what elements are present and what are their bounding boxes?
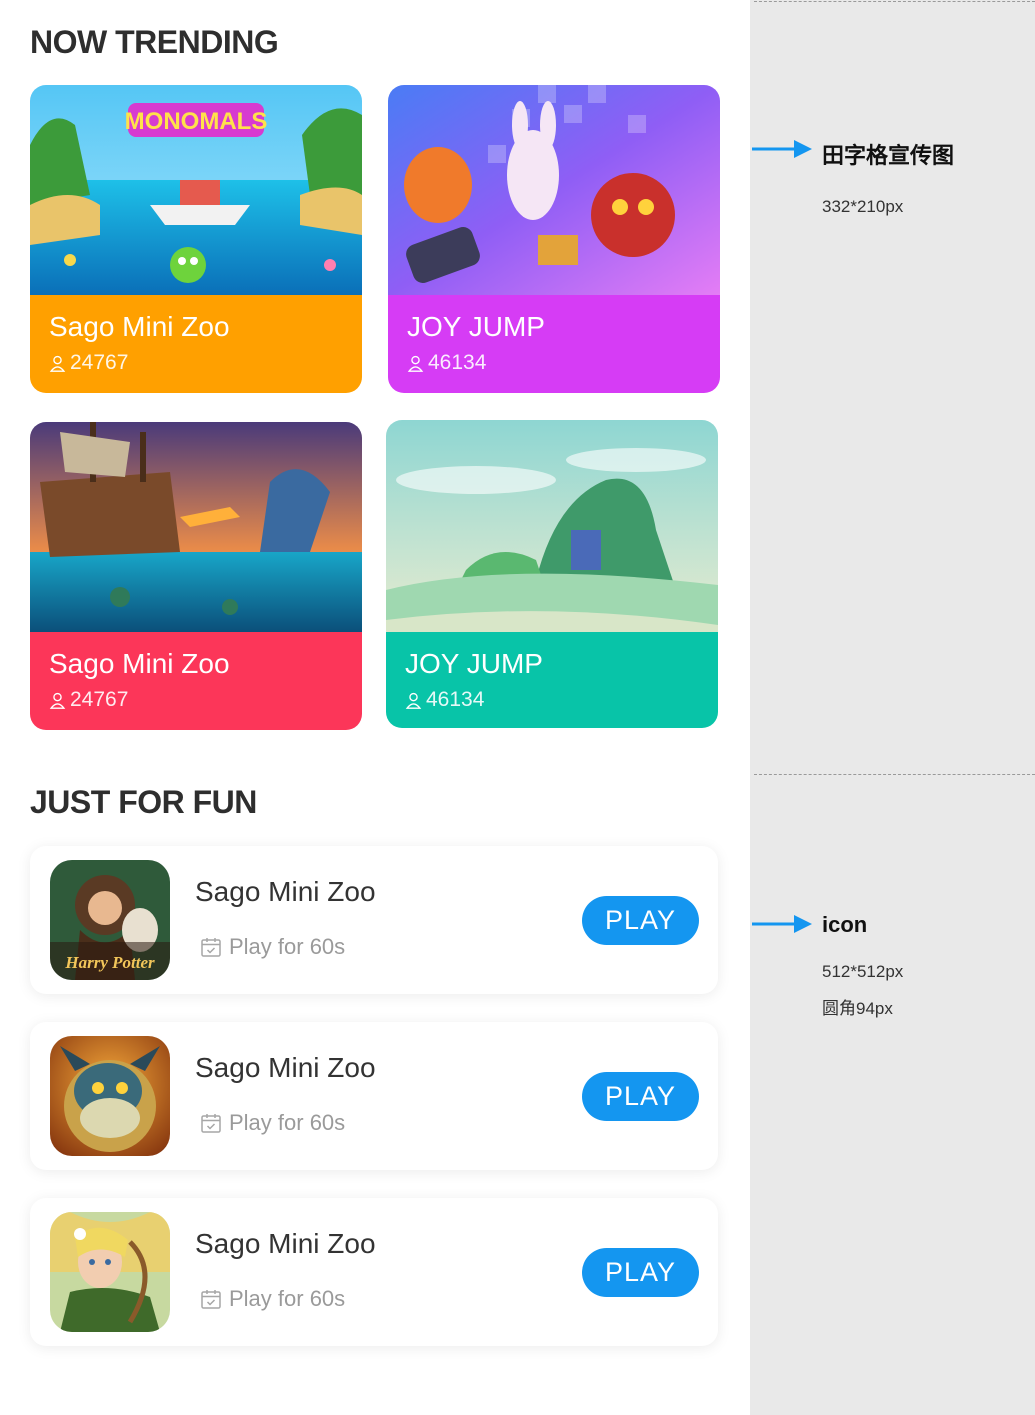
play-duration: Play for 60s <box>200 1286 345 1312</box>
card-info-bar: JOY JUMP 46134 <box>386 632 718 728</box>
card-info-bar: Sago Mini Zoo 24767 <box>30 295 362 393</box>
banner-annotation-title: 田字格宣传图 <box>822 143 955 168</box>
player-count: 46134 <box>405 688 484 712</box>
player-count-value: 46134 <box>426 688 485 711</box>
user-icon <box>407 355 424 372</box>
play-button[interactable]: PLAY <box>582 1248 699 1297</box>
fun-list-item[interactable]: Harry Potter Sago Mini Zoo Play for 60s … <box>30 846 718 994</box>
play-button[interactable]: PLAY <box>582 1072 699 1121</box>
trending-card[interactable]: MONOMALS Sago Mini Zoo 24767 <box>30 85 362 393</box>
calendar-check-icon <box>201 1114 221 1133</box>
now-trending-heading: NOW TRENDING <box>30 24 279 60</box>
user-icon <box>49 692 66 709</box>
game-name: Sago Mini Zoo <box>195 1052 376 1083</box>
harry-potter-icon: Harry Potter <box>50 860 170 980</box>
play-duration: Play for 60s <box>200 1110 345 1136</box>
game-banner-image <box>30 422 362 632</box>
game-title: JOY JUMP <box>405 648 543 679</box>
game-name: Sago Mini Zoo <box>195 1228 376 1259</box>
trending-card[interactable]: JOY JUMP 46134 <box>386 420 718 728</box>
card-info-bar: Sago Mini Zoo 24767 <box>30 632 362 730</box>
play-duration-text: Play for 60s <box>229 934 346 959</box>
calendar-check-icon <box>201 1290 221 1309</box>
card-info-bar: JOY JUMP 46134 <box>388 295 720 393</box>
icon-annotation-radius: 圆角94px <box>822 999 893 1018</box>
svg-text:Harry Potter: Harry Potter <box>64 953 155 972</box>
section-divider <box>754 774 1035 775</box>
arrow-right-icon <box>752 915 812 933</box>
trending-card[interactable]: JOY JUMP 46134 <box>388 85 720 393</box>
just-for-fun-heading: JUST FOR FUN <box>30 784 257 820</box>
user-icon <box>49 355 66 372</box>
user-icon <box>405 692 422 709</box>
player-count-value: 24767 <box>70 688 129 711</box>
elf-archer-icon <box>50 1212 170 1332</box>
icon-annotation-title: icon <box>822 912 868 937</box>
player-count: 24767 <box>49 688 128 712</box>
play-button[interactable]: PLAY <box>582 896 699 945</box>
trending-card[interactable]: Sago Mini Zoo 24767 <box>30 422 362 730</box>
game-banner-image <box>386 420 718 632</box>
game-banner-image: MONOMALS <box>30 85 362 295</box>
play-duration-text: Play for 60s <box>229 1286 346 1311</box>
section-divider <box>754 1 1035 2</box>
dragon-hero-icon <box>50 1036 170 1156</box>
arrow-right-icon <box>752 140 812 158</box>
play-duration: Play for 60s <box>200 934 345 960</box>
player-count-value: 24767 <box>70 351 129 374</box>
svg-text:MONOMALS: MONOMALS <box>125 108 268 135</box>
fun-list-item[interactable]: Sago Mini Zoo Play for 60s PLAY <box>30 1022 718 1170</box>
main-panel: NOW TRENDING MONOMALS Sago Mini Zoo 2476… <box>0 0 750 1415</box>
game-name: Sago Mini Zoo <box>195 876 376 907</box>
player-count: 46134 <box>407 351 486 375</box>
player-count-value: 46134 <box>428 351 487 374</box>
play-duration-text: Play for 60s <box>229 1110 346 1135</box>
game-title: Sago Mini Zoo <box>49 311 230 342</box>
banner-annotation-size: 332*210px <box>822 197 904 216</box>
game-title: Sago Mini Zoo <box>49 648 230 679</box>
game-title: JOY JUMP <box>407 311 545 342</box>
player-count: 24767 <box>49 351 128 375</box>
calendar-check-icon <box>201 938 221 957</box>
icon-annotation-size: 512*512px <box>822 962 904 981</box>
fun-list-item[interactable]: Sago Mini Zoo Play for 60s PLAY <box>30 1198 718 1346</box>
game-banner-image <box>388 85 720 295</box>
